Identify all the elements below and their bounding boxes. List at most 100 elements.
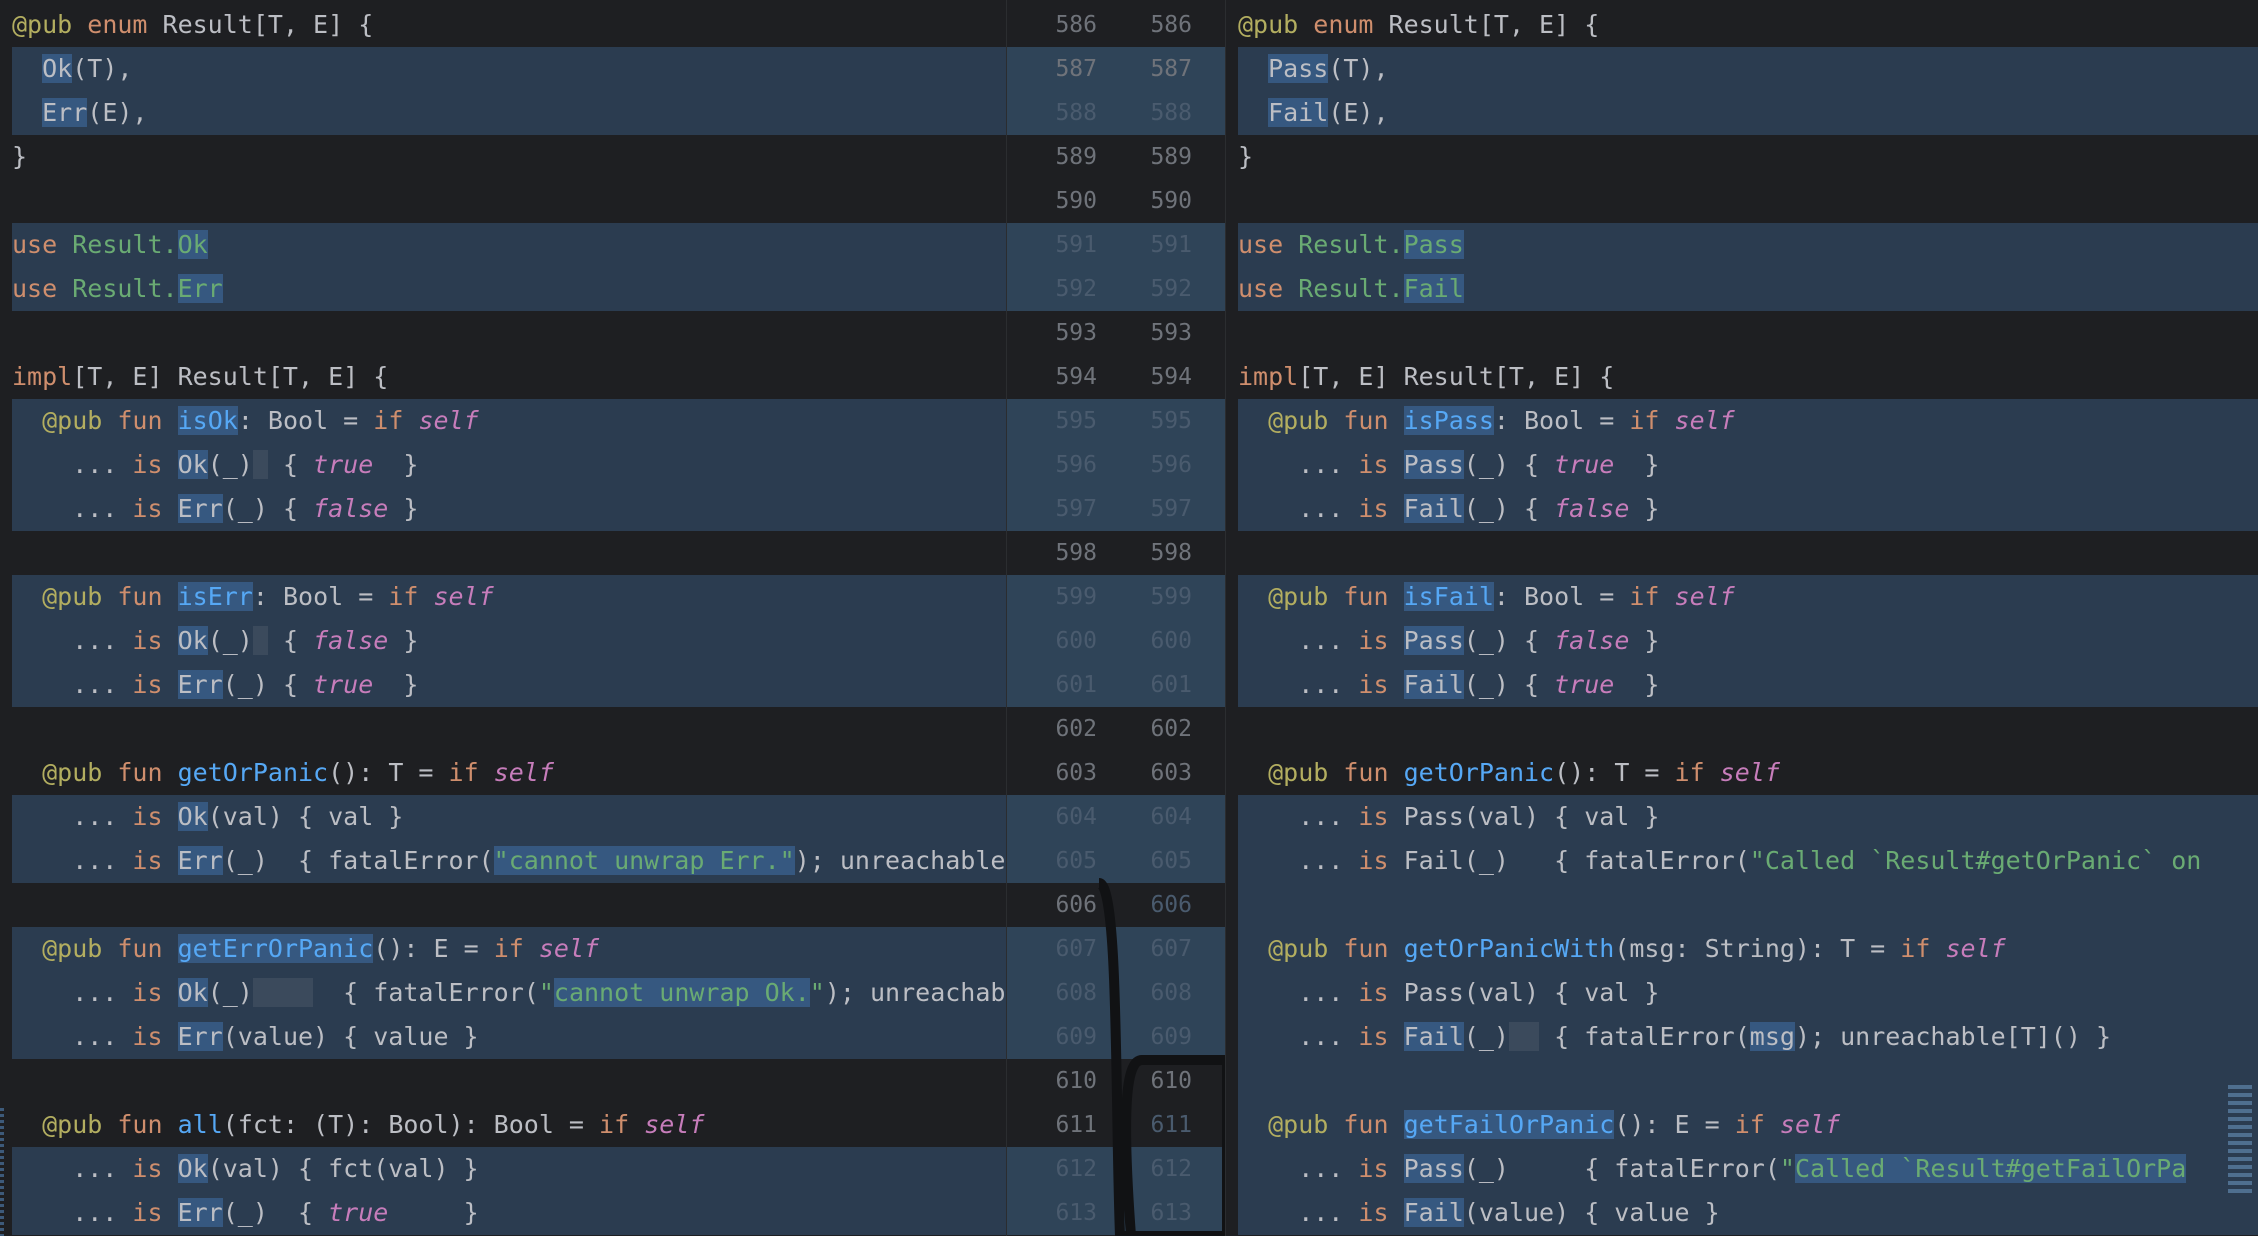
- code-line[interactable]: impl[T, E] Result[T, E] {: [1238, 355, 1614, 399]
- code-token: self: [538, 934, 600, 963]
- code-line[interactable]: ... is Err(_) { fatalError("cannot unwra…: [12, 839, 1006, 883]
- code-token: @pub: [12, 10, 88, 39]
- line-number-gutter: 586 587 588 589 590 591 592 593 594 595 596 597 598 5…: [1006, 0, 1226, 1236]
- code-line[interactable]: Fail(E),: [1238, 91, 1389, 135]
- code-line[interactable]: @pub fun isFail: Bool = if self: [1238, 575, 1735, 619]
- code-line[interactable]: @pub fun isPass: Bool = if self: [1238, 399, 1735, 443]
- code-token: : Bool =: [1493, 406, 1630, 435]
- code-token: Pass: [1268, 54, 1329, 83]
- code-token: {: [267, 626, 314, 655]
- code-token: @pub: [1268, 582, 1344, 611]
- code-line[interactable]: ... is Err(value) { value }: [12, 1015, 479, 1059]
- code-token: Pass(val) { val }: [1403, 978, 1660, 1007]
- code-token: true: [328, 1198, 389, 1227]
- code-token: true: [313, 670, 374, 699]
- code-token: if: [1629, 582, 1675, 611]
- code-line[interactable]: Err(E),: [12, 91, 147, 135]
- right-editor-pane[interactable]: @pub enum Result[T, E] { Pass(T), Fail(E…: [1226, 0, 2258, 1236]
- code-token: (_) {: [222, 494, 314, 523]
- code-line[interactable]: ... is Ok(_) { false }: [12, 619, 418, 663]
- scrollbar-minimap[interactable]: [2228, 1085, 2252, 1215]
- code-token: Fail: [1403, 1198, 1464, 1227]
- code-line[interactable]: @pub fun isErr: Bool = if self: [12, 575, 494, 619]
- code-token: if: [373, 406, 419, 435]
- code-token: }: [12, 142, 28, 171]
- code-line[interactable]: ... is Fail(_) { false }: [1238, 487, 1659, 531]
- code-line[interactable]: @pub fun getFailOrPanic(): E = if self: [1238, 1103, 1840, 1147]
- code-token: Result.: [72, 274, 178, 303]
- code-line[interactable]: }: [12, 135, 27, 179]
- code-line[interactable]: ... is Fail(value) { value }: [1238, 1191, 1720, 1235]
- code-token: [252, 626, 268, 655]
- code-line[interactable]: @pub fun isOk: Bool = if self: [12, 399, 479, 443]
- code-token: if: [388, 582, 434, 611]
- code-line[interactable]: ... is Pass(val) { val }: [1238, 971, 1659, 1015]
- left-editor-pane[interactable]: @pub enum Result[T, E] { Ok(T), Err(E),}…: [0, 0, 1006, 1236]
- code-line[interactable]: ... is Pass(_) { true }: [1238, 443, 1659, 487]
- code-token: Fail(_) { fatalError(: [1403, 846, 1750, 875]
- code-line[interactable]: ... is Ok(val) { fct(val) }: [12, 1147, 479, 1191]
- code-token: false: [313, 626, 389, 655]
- code-token: if: [1674, 758, 1720, 787]
- code-token: ...: [12, 626, 133, 655]
- code-line[interactable]: @pub enum Result[T, E] {: [1238, 3, 1599, 47]
- code-line[interactable]: ... is Pass(val) { val }: [1238, 795, 1659, 839]
- code-line[interactable]: @pub fun getOrPanic(): T = if self: [1238, 751, 1780, 795]
- code-token: is: [132, 1154, 178, 1183]
- code-token: Ok: [177, 802, 208, 831]
- code-line[interactable]: @pub fun getOrPanicWith(msg: String): T …: [1238, 927, 2006, 971]
- code-line[interactable]: ... is Ok(_) { true }: [12, 443, 418, 487]
- code-line[interactable]: ... is Fail(_) { true }: [1238, 663, 1659, 707]
- code-line[interactable]: use Result.Ok: [12, 223, 208, 267]
- diff-connector: [1096, 878, 1225, 1236]
- code-token: ...: [12, 846, 133, 875]
- code-line[interactable]: use Result.Fail: [1238, 267, 1464, 311]
- code-token: fun: [1343, 1110, 1404, 1139]
- code-token: Fail: [1403, 670, 1464, 699]
- code-token: if: [448, 758, 494, 787]
- code-line[interactable]: Pass(T),: [1238, 47, 1389, 91]
- code-line[interactable]: impl[T, E] Result[T, E] {: [12, 355, 388, 399]
- code-token: is: [132, 670, 178, 699]
- code-line[interactable]: ... is Ok(_) { fatalError("cannot unwrap…: [12, 971, 1006, 1015]
- code-token: is: [1358, 978, 1404, 1007]
- code-token: true: [1554, 670, 1615, 699]
- code-line[interactable]: @pub fun all(fct: (T): Bool): Bool = if …: [12, 1103, 704, 1147]
- code-line[interactable]: ... is Err(_) { false }: [12, 487, 418, 531]
- code-token: ...: [1238, 670, 1359, 699]
- code-line[interactable]: ... is Pass(_) { fatalError("Called `Res…: [1238, 1147, 2187, 1191]
- code-token: Result.: [72, 230, 178, 259]
- code-line[interactable]: use Result.Pass: [1238, 223, 1464, 267]
- code-token: ...: [1238, 450, 1359, 479]
- code-line[interactable]: ... is Err(_) { true }: [12, 1191, 479, 1235]
- code-token: Fail: [1403, 494, 1464, 523]
- code-token: use: [12, 274, 73, 303]
- code-token: (): T =: [328, 758, 449, 787]
- code-token: (fct: (T): Bool): Bool =: [222, 1110, 600, 1139]
- code-token: false: [1554, 494, 1630, 523]
- code-line[interactable]: @pub fun getErrOrPanic(): E = if self: [12, 927, 599, 971]
- code-line[interactable]: ... is Err(_) { true }: [12, 663, 418, 707]
- code-line[interactable]: }: [1238, 135, 1253, 179]
- code-token: (_) { fatalError(: [222, 846, 494, 875]
- code-token: getFailOrPanic: [1403, 1110, 1615, 1139]
- code-line[interactable]: ... is Ok(val) { val }: [12, 795, 403, 839]
- code-token: "cannot unwrap Err.": [493, 846, 795, 875]
- code-line[interactable]: ... is Fail(_) { fatalError(msg); unreac…: [1238, 1015, 2111, 1059]
- code-token: }: [388, 1198, 479, 1227]
- code-line[interactable]: @pub enum Result[T, E] {: [12, 3, 373, 47]
- code-line[interactable]: Ok(T),: [12, 47, 132, 91]
- code-line[interactable]: ... is Pass(_) { false }: [1238, 619, 1659, 663]
- code-token: Err: [177, 1022, 223, 1051]
- changed-block-highlight: [12, 47, 1006, 135]
- code-line[interactable]: ... is Fail(_) { fatalError("Called `Res…: [1238, 839, 2201, 883]
- code-token: Result.: [1298, 230, 1404, 259]
- code-token: ": [809, 978, 825, 1007]
- code-token: {: [1508, 450, 1555, 479]
- code-line[interactable]: use Result.Err: [12, 267, 223, 311]
- code-token: fun: [1343, 582, 1404, 611]
- code-line[interactable]: @pub fun getOrPanic(): T = if self: [12, 751, 554, 795]
